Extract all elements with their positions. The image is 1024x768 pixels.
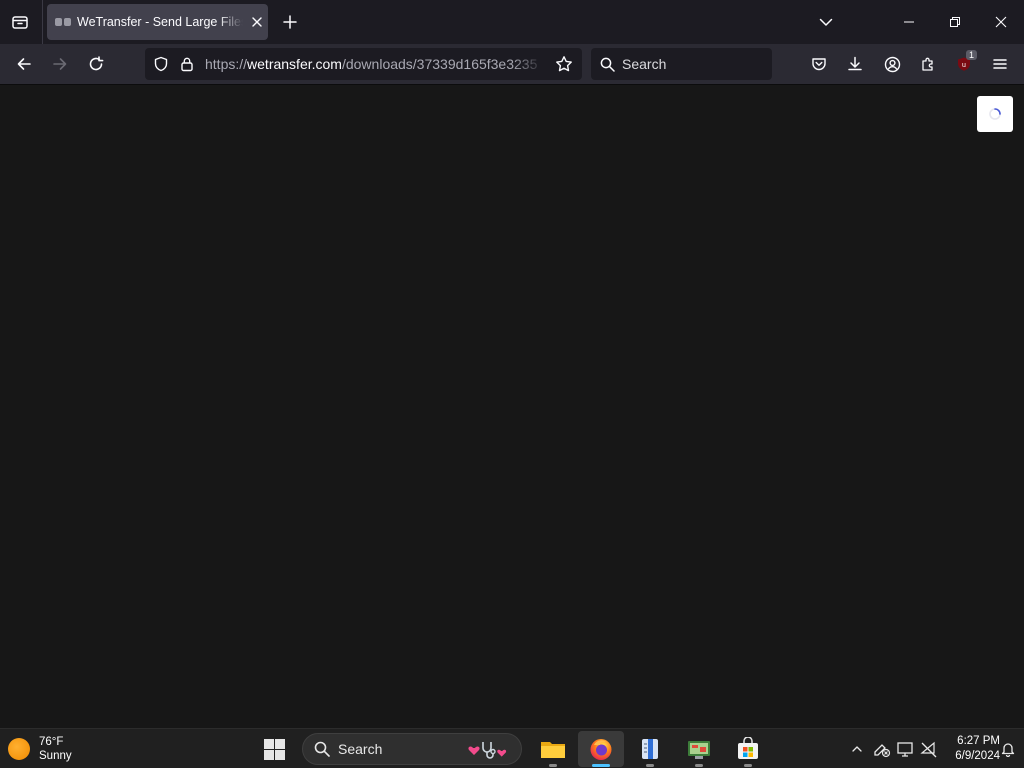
tray-network[interactable] <box>919 739 939 759</box>
puzzle-icon <box>920 56 936 72</box>
url-text[interactable]: https://wetransfer.com/downloads/37339d1… <box>205 56 545 72</box>
taskbar-microsoft-store[interactable] <box>725 731 771 767</box>
chevron-down-icon <box>819 15 833 29</box>
active-indicator <box>592 764 610 767</box>
lock-icon[interactable] <box>175 56 199 72</box>
show-hidden-icons-button[interactable] <box>847 739 867 759</box>
arrow-right-icon <box>52 56 68 72</box>
loading-spinner-icon <box>988 107 1002 121</box>
tab-strip: WeTransfer - Send Large Files & Share Ph… <box>0 0 1024 44</box>
ublock-extension-button[interactable]: u 1 <box>950 50 978 78</box>
taskbar-file-explorer[interactable] <box>530 731 576 767</box>
taskbar-firefox[interactable] <box>578 731 624 767</box>
taskbar-search-label: Search <box>338 741 383 757</box>
notifications-button[interactable] <box>998 739 1018 759</box>
network-app-icon <box>686 737 712 761</box>
url-scheme: https:// <box>205 56 248 72</box>
divider <box>42 0 43 44</box>
svg-text:u: u <box>962 62 966 69</box>
bell-icon <box>1000 741 1016 757</box>
tabs-overflow-button[interactable] <box>814 10 838 34</box>
weather-condition: Sunny <box>39 750 72 762</box>
restore-icon <box>949 16 961 28</box>
account-button[interactable] <box>878 50 906 78</box>
reload-icon <box>88 56 104 72</box>
tab-title: WeTransfer - Send Large Files & Share Ph… <box>77 15 243 29</box>
taskbar-app-network[interactable] <box>676 731 722 767</box>
close-tab-icon[interactable] <box>247 12 267 32</box>
search-input[interactable] <box>622 56 762 72</box>
plus-icon <box>283 15 297 29</box>
windows-taskbar: 76°F Sunny Search 6:27 PM 6/9/2024 <box>0 728 1024 768</box>
page-content <box>0 85 1024 728</box>
weather-widget[interactable]: 76°F Sunny <box>8 734 72 764</box>
firefox-icon <box>589 737 613 761</box>
search-icon <box>314 741 330 757</box>
download-icon <box>847 56 863 72</box>
notebook-icon <box>639 737 661 761</box>
monitor-icon <box>896 740 914 758</box>
arrow-left-icon <box>16 56 32 72</box>
start-button[interactable] <box>260 735 288 763</box>
weather-text: 76°F Sunny <box>39 735 72 763</box>
minimize-icon <box>903 16 915 28</box>
account-icon <box>884 56 901 73</box>
back-button[interactable] <box>10 50 38 78</box>
extensions-button[interactable] <box>914 50 942 78</box>
taskbar-clock[interactable]: 6:27 PM 6/9/2024 <box>940 734 1000 764</box>
forward-button[interactable] <box>46 50 74 78</box>
search-bar[interactable] <box>591 48 772 80</box>
bookmark-star-icon[interactable] <box>552 52 576 76</box>
store-icon <box>736 737 760 761</box>
app-menu-button[interactable] <box>986 50 1014 78</box>
shield-icon[interactable] <box>147 56 175 72</box>
search-icon <box>600 57 615 72</box>
url-domain: wetransfer.com <box>247 56 342 72</box>
pocket-icon <box>811 56 827 72</box>
restore-button[interactable] <box>932 0 978 44</box>
navigation-toolbar: https://wetransfer.com/downloads/37339d1… <box>0 44 1024 85</box>
weather-temperature: 76°F <box>39 736 64 748</box>
running-indicator <box>695 764 703 767</box>
windows-logo-icon <box>263 738 274 749</box>
minimize-button[interactable] <box>886 0 932 44</box>
clock-date: 6/9/2024 <box>955 750 1000 762</box>
no-internet-icon <box>920 740 938 758</box>
reload-button[interactable] <box>82 50 110 78</box>
loading-indicator <box>977 96 1013 132</box>
new-tab-button[interactable] <box>278 10 302 34</box>
taskbar-search-box[interactable]: Search <box>302 733 522 765</box>
url-path: /downloads/37339d165f3e3235 <box>341 56 538 72</box>
pen-error-icon <box>873 740 891 758</box>
clock-time: 6:27 PM <box>957 735 1000 747</box>
tab-wetransfer[interactable]: WeTransfer - Send Large Files & Share Ph… <box>47 4 268 40</box>
running-indicator <box>646 764 654 767</box>
sun-icon <box>8 738 30 760</box>
running-indicator <box>744 764 752 767</box>
downloads-button[interactable] <box>841 50 869 78</box>
address-bar[interactable]: https://wetransfer.com/downloads/37339d1… <box>145 48 582 80</box>
extension-badge-count: 1 <box>966 50 978 60</box>
taskbar-app-notepad[interactable] <box>627 731 673 767</box>
list-all-tabs-button[interactable] <box>6 8 34 36</box>
folder-icon <box>540 738 566 760</box>
close-window-button[interactable] <box>978 0 1024 44</box>
search-highlight-stethoscope-icon <box>467 739 515 761</box>
chevron-up-icon <box>851 743 863 755</box>
pocket-button[interactable] <box>805 50 833 78</box>
running-indicator <box>549 764 557 767</box>
wetransfer-favicon-icon <box>55 16 73 28</box>
hamburger-menu-icon <box>992 56 1008 72</box>
tray-display[interactable] <box>895 739 915 759</box>
tab-list-icon <box>11 13 29 31</box>
close-icon <box>995 16 1007 28</box>
tray-touch-keyboard[interactable] <box>872 739 892 759</box>
